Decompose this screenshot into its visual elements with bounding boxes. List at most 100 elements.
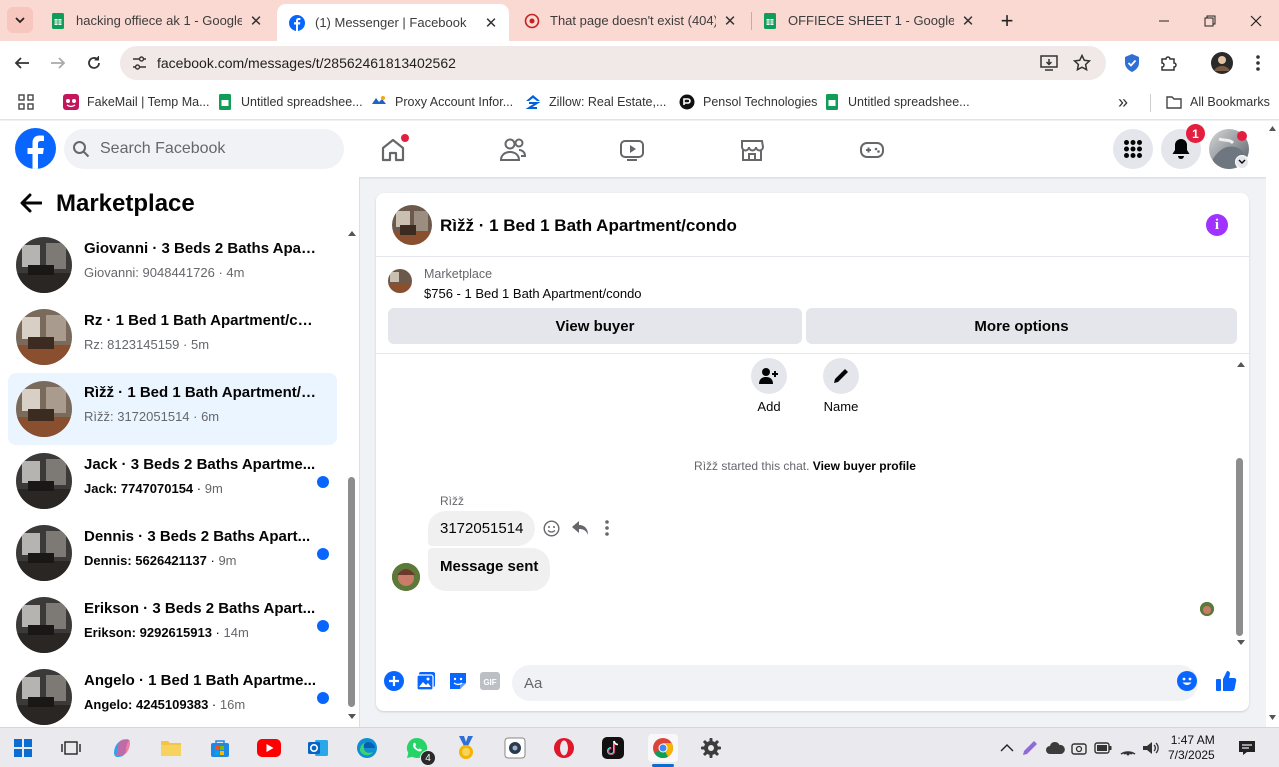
bookmark-item[interactable]: Untitled spreadshee... [824,92,970,112]
browser-tab[interactable]: OFFIECE SHEET 1 - Google Shee ✕ [750,0,986,41]
chat-scrollbar[interactable] [1234,355,1248,651]
nav-gaming[interactable] [852,130,892,170]
microsoft-store-button[interactable] [206,734,234,762]
scroll-up-icon[interactable] [347,229,357,237]
close-window-button[interactable] [1233,0,1279,41]
view-buyer-profile-link[interactable]: View buyer profile [813,459,916,473]
inbox-scrollbar[interactable] [346,227,358,719]
listing-title[interactable]: $756 - 1 Bed 1 Bath Apartment/condo [424,286,642,301]
all-bookmarks-button[interactable]: All Bookmarks [1166,92,1270,112]
task-view-button[interactable] [57,734,85,762]
whatsapp-button[interactable]: 4 [403,734,436,766]
name-edit-button[interactable] [823,358,859,394]
emoji-react-icon[interactable] [543,520,560,537]
forward-button[interactable] [44,49,72,77]
reply-icon[interactable] [571,520,589,536]
conversation-row[interactable]: Rz · 1 Bed 1 Bath Apartment/con... Rz: 81… [8,301,337,373]
extension-shield-button[interactable] [1120,51,1144,75]
facebook-logo[interactable] [15,128,56,169]
close-icon[interactable]: ✕ [483,14,499,32]
battery-icon[interactable] [1094,742,1112,754]
browser-tab[interactable]: That page doesn't exist (404) - I ✕ [512,0,748,41]
scroll-thumb[interactable] [348,477,355,707]
message-input[interactable] [512,665,1198,701]
browser-tab-active[interactable]: (1) Messenger | Facebook ✕ [277,4,509,41]
conversation-row[interactable]: Rìžž · 1 Bed 1 Bath Apartment/co... Rìžž:… [8,373,337,445]
close-icon[interactable]: ✕ [722,12,738,30]
scroll-down-icon[interactable] [1236,639,1246,647]
outlook-button[interactable] [304,734,332,762]
apps-button[interactable] [18,92,34,112]
bookmarks-overflow-button[interactable]: » [1118,92,1128,112]
conversation-row[interactable]: Dennis · 3 Beds 2 Baths Apart... Dennis: … [8,517,337,589]
gif-button[interactable]: GIF [478,669,502,693]
conversation-row[interactable]: Giovanni · 3 Beds 2 Baths Apart... Giovan… [8,229,337,301]
more-options-button[interactable]: More options [806,308,1237,344]
system-clock[interactable]: 1:47 AM 7/3/2025 [1168,733,1215,763]
notification-center-icon[interactable] [1238,740,1256,756]
wifi-icon[interactable] [1119,740,1137,756]
view-buyer-button[interactable]: View buyer [388,308,802,344]
bookmark-item[interactable]: Untitled spreadshee... [217,92,363,112]
menu-button[interactable] [1113,129,1153,169]
bookmark-item[interactable]: FakeMail | Temp Ma... [63,92,210,112]
opera-button[interactable] [550,734,578,762]
nav-video[interactable] [612,130,652,170]
browser-tab[interactable]: hacking offiece ak 1 - Google Sh ✕ [38,0,274,41]
more-vertical-icon[interactable] [605,520,609,536]
bookmark-star-icon[interactable] [1073,54,1091,72]
file-explorer-button[interactable] [157,734,185,762]
volume-icon[interactable] [1142,740,1160,756]
restore-button[interactable] [1187,0,1233,41]
settings-button[interactable] [697,734,725,762]
cloud-tray-icon[interactable] [1045,741,1065,755]
conversation-row[interactable]: Erikson · 3 Beds 2 Baths Apart... Erikson… [8,589,337,661]
emoji-button[interactable] [1175,669,1199,693]
tiktok-button[interactable] [599,734,627,762]
bookmark-item[interactable]: Proxy Account Infor... [371,92,513,112]
arrow-left-icon[interactable] [20,193,42,213]
chrome-button[interactable] [648,734,678,762]
minimize-button[interactable] [1141,0,1187,41]
conversation-row[interactable]: Angelo · 1 Bed 1 Bath Apartme... Angelo: … [8,661,337,727]
bookmark-item[interactable]: Zillow: Real Estate,... [525,92,666,112]
medal-app-button[interactable] [452,734,480,762]
scroll-up-icon[interactable] [1236,360,1246,368]
start-button[interactable] [9,734,37,762]
back-button[interactable] [8,49,36,77]
reload-button[interactable] [80,49,108,77]
browser-menu-button[interactable] [1246,51,1270,75]
site-info-icon[interactable] [132,56,147,70]
scroll-up-icon[interactable] [1268,125,1277,132]
new-tab-button[interactable]: + [994,8,1020,34]
listing-avatar[interactable] [392,205,432,245]
sender-avatar[interactable] [392,563,420,591]
close-icon[interactable]: ✕ [960,12,976,30]
nav-home[interactable] [373,130,413,170]
address-bar[interactable]: facebook.com/messages/t/2856246181340256… [120,46,1106,80]
bookmark-item[interactable]: Pensol Technologies [679,92,817,112]
like-button[interactable] [1214,669,1238,693]
conversation-row[interactable]: Jack · 3 Beds 2 Baths Apartme... Jack: 77… [8,445,337,517]
info-icon[interactable]: i [1206,214,1228,236]
tab-search-button[interactable] [7,7,33,33]
nav-friends[interactable] [493,130,533,170]
copilot-button[interactable] [108,734,136,762]
scroll-thumb[interactable] [1236,458,1243,636]
message-bubble[interactable]: 3172051514 [428,511,536,546]
page-scrollbar[interactable] [1266,121,1279,727]
attach-photo-button[interactable] [414,669,438,693]
message-bubble[interactable]: Message sent [428,548,551,591]
sticker-button[interactable] [446,669,470,693]
extensions-button[interactable] [1156,51,1180,75]
app-button[interactable] [501,734,529,762]
pen-tray-icon[interactable] [1021,739,1039,757]
facebook-search[interactable]: Search Facebook [64,129,344,169]
install-app-icon[interactable] [1040,55,1058,71]
chat-title[interactable]: Rìžž · 1 Bed 1 Bath Apartment/condo [440,216,737,236]
youtube-button[interactable] [255,734,283,762]
nav-marketplace[interactable] [732,130,772,170]
more-actions-button[interactable] [382,669,406,693]
scroll-down-icon[interactable] [347,713,357,721]
tray-chevron-up-icon[interactable] [1000,743,1014,753]
